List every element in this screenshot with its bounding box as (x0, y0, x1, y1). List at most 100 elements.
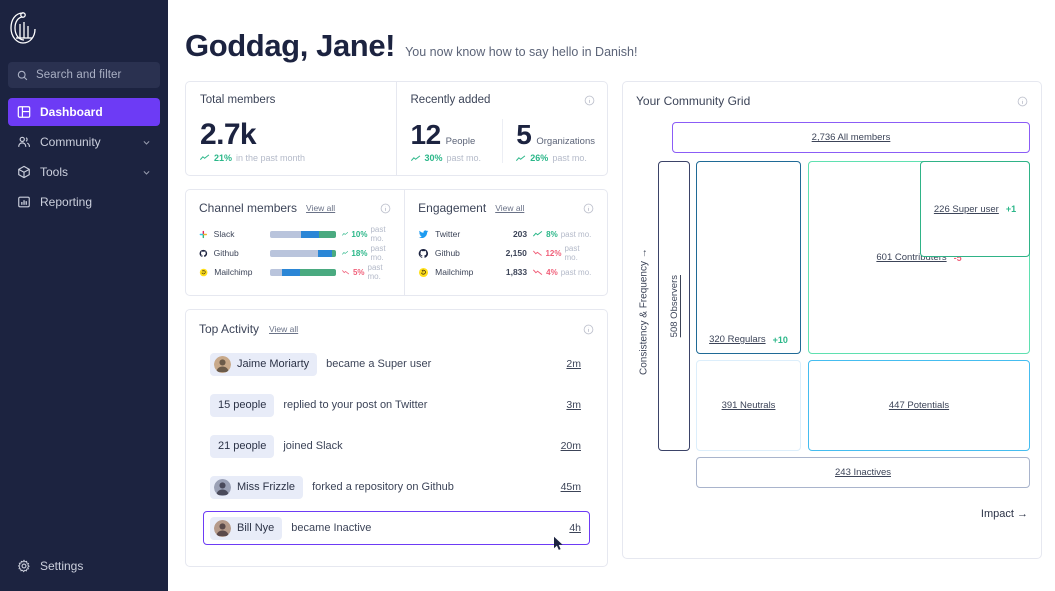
trend-up-icon (342, 229, 349, 239)
top-activity-card: Top Activity View all Jaime Moriartybeca… (185, 309, 608, 567)
top-activity-view-all[interactable]: View all (269, 324, 298, 334)
activity-row[interactable]: 21 people joined Slack20m (203, 429, 590, 463)
engagement-view-all[interactable]: View all (495, 203, 524, 213)
grid-box-potentials[interactable]: 447 Potentials (808, 360, 1030, 451)
trend-note: past mo. (561, 230, 592, 239)
trend-pct: 5% (353, 268, 365, 277)
github-icon (199, 248, 208, 259)
trend: 12%past mo. (533, 244, 594, 262)
sidebar-item-settings[interactable]: Settings (0, 553, 168, 579)
logo-container[interactable] (0, 0, 168, 52)
engagement-row[interactable]: Mailchimp1,8334%past mo. (418, 264, 594, 280)
info-icon[interactable] (1017, 96, 1028, 107)
activity-text: became a Super user (326, 358, 566, 370)
bar-segment (270, 269, 282, 276)
activity-text: forked a repository on Github (312, 481, 561, 493)
grid-box-observers[interactable]: 508 Observers (658, 161, 690, 451)
trend: 5%past mo. (342, 263, 391, 281)
grid-box-label: 320 Regulars (709, 334, 766, 345)
dashboard-icon (17, 105, 31, 119)
info-icon[interactable] (583, 203, 594, 214)
left-column: Total members 2.7k 21% in the past month (185, 81, 608, 567)
page-subtitle: You now know how to say hello in Danish! (405, 45, 637, 59)
channel-bar (270, 250, 336, 257)
activity-row[interactable]: Jaime Moriarty became a Super user2m (203, 347, 590, 381)
channel-bar (270, 231, 336, 238)
activity-time[interactable]: 45m (561, 481, 581, 493)
activity-chip-label: 15 people (218, 399, 266, 411)
activity-time[interactable]: 20m (561, 440, 581, 452)
trend-down-icon (533, 248, 543, 258)
trend-pct: 21% (214, 153, 232, 163)
trend-note: past mo. (368, 263, 392, 281)
page-title: Goddag, Jane! (185, 28, 395, 64)
grid-box-all_members[interactable]: 2,736 All members (672, 122, 1030, 153)
recently-added-organizations: 5 Organizations 26% past mo. (502, 119, 595, 163)
activity-chip[interactable]: Miss Frizzle (210, 476, 303, 499)
channel-row[interactable]: Mailchimp 5%past mo. (199, 264, 391, 280)
activity-time[interactable]: 3m (566, 399, 581, 411)
grid-box-inactives[interactable]: 243 Inactives (696, 457, 1030, 488)
channel-row[interactable]: Slack10%past mo. (199, 226, 391, 242)
grid-box-vertical-wrap: 508 Observers (669, 275, 680, 337)
community-grid-card: Your Community Grid Consistency & Freque… (622, 81, 1042, 559)
sidebar-item-label: Tools (40, 165, 133, 179)
trend: 18%past mo. (342, 244, 391, 262)
channel-members-title: Channel members (199, 201, 297, 215)
trend-note: past mo. (370, 244, 391, 262)
search-icon (17, 70, 28, 81)
bar-segment (270, 231, 302, 238)
channel-name: Mailchimp (214, 267, 264, 277)
grid-x-axis-label: Impact → (981, 508, 1028, 520)
right-column: Your Community Grid Consistency & Freque… (622, 81, 1042, 559)
trend: 8%past mo. (533, 229, 591, 239)
info-icon[interactable] (583, 324, 594, 335)
app-root: Search and filter Dashboard Community (0, 0, 1055, 591)
trend-pct: 10% (351, 230, 367, 239)
grid-box-delta: +1 (1006, 204, 1016, 214)
info-icon[interactable] (380, 203, 391, 214)
mailchimp-icon (418, 267, 429, 278)
grid-box-neutrals[interactable]: 391 Neutrals (696, 360, 801, 451)
activity-chip[interactable]: 15 people (210, 394, 274, 417)
sidebar-item-tools[interactable]: Tools (8, 158, 160, 186)
trend-pct: 18% (351, 249, 367, 258)
grid-box-super_user[interactable]: 226 Super user+1 (920, 161, 1030, 257)
activity-row[interactable]: 15 peoplereplied to your post on Twitter… (203, 388, 590, 422)
github-icon (418, 248, 429, 259)
engagement-title: Engagement (418, 201, 486, 215)
sidebar-item-reporting[interactable]: Reporting (8, 188, 160, 216)
bar-segment (282, 269, 300, 276)
grid-box-label: 391 Neutrals (722, 400, 776, 411)
bar-segment (319, 231, 336, 238)
activity-text: joined Slack (283, 440, 560, 452)
grid-box-content: 447 Potentials (889, 400, 949, 411)
activity-row[interactable]: Bill Nyebecame Inactive4h (203, 511, 590, 545)
activity-time[interactable]: 2m (566, 358, 581, 370)
grid-box-label: 2,736 All members (812, 132, 891, 143)
grid-box-label: 508 Observers (669, 275, 680, 337)
activity-chip[interactable]: Jaime Moriarty (210, 353, 317, 376)
sidebar-item-community[interactable]: Community (8, 128, 160, 156)
activity-time[interactable]: 4h (569, 522, 581, 534)
activity-row[interactable]: Miss Frizzle forked a repository on Githu… (203, 470, 590, 504)
channel-row[interactable]: Github18%past mo. (199, 245, 391, 261)
trend-pct: 26% (530, 153, 548, 163)
search-input[interactable]: Search and filter (8, 62, 160, 88)
organizations-trend: 26% past mo. (516, 153, 595, 163)
sidebar-item-dashboard[interactable]: Dashboard (8, 98, 160, 126)
activity-chip[interactable]: 21 people (210, 435, 274, 458)
engagement-row[interactable]: Github2,15012%past mo. (418, 245, 594, 261)
info-icon[interactable] (584, 95, 595, 106)
activity-chip[interactable]: Bill Nye (210, 517, 282, 540)
grid-box-content: 508 Observers (669, 275, 680, 337)
trend-note: past mo. (561, 268, 592, 277)
grid-box-regulars[interactable]: 320 Regulars+10 (696, 161, 801, 354)
channel-bar (270, 269, 336, 276)
trend-down-icon (533, 267, 543, 277)
main-content: Goddag, Jane! You now know how to say he… (168, 0, 1055, 591)
channel-members-view-all[interactable]: View all (306, 203, 335, 213)
engagement-row[interactable]: Twitter2038%past mo. (418, 226, 594, 242)
trend-note: past mo. (370, 225, 391, 243)
total-members-trend: 21% in the past month (200, 153, 382, 163)
